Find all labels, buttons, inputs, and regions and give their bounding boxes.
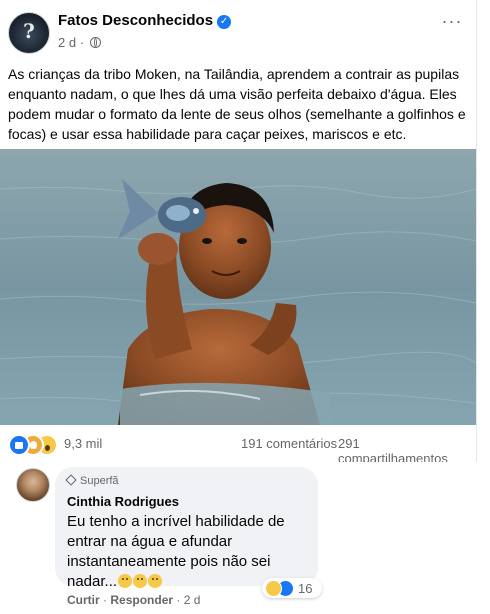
boy-holding-fish-photo <box>0 149 476 425</box>
post-photo[interactable] <box>0 149 476 425</box>
globe-icon <box>89 37 101 48</box>
post-text: As crianças da tribo Moken, na Tailândia… <box>8 66 466 142</box>
post-time-link[interactable]: 2 d <box>58 35 76 50</box>
separator: · <box>176 593 181 607</box>
comment-reactions[interactable]: 16 <box>262 578 322 598</box>
page-name-label: Fatos Desconhecidos <box>58 12 214 29</box>
comment-time-link[interactable]: 2 d <box>184 593 201 607</box>
post-card: ? Fatos Desconhecidos ✓ 2 d · ··· As cria… <box>0 0 477 466</box>
comments-count-link[interactable]: 191 comentários <box>241 436 337 451</box>
page-avatar[interactable]: ? <box>8 12 50 54</box>
like-comment-button[interactable]: Curtir <box>67 593 100 607</box>
reactions-count[interactable]: 9,3 mil <box>64 436 102 451</box>
pleading-face-emoji-icon <box>118 574 133 588</box>
reply-comment-button[interactable]: Responder <box>110 593 173 607</box>
comment-actions: Curtir · Responder · 2 d <box>67 593 200 607</box>
more-options-button[interactable]: ··· <box>440 12 464 34</box>
commenter-avatar[interactable] <box>16 468 50 502</box>
page-name-link[interactable]: Fatos Desconhecidos ✓ <box>58 12 232 29</box>
post-header: ? Fatos Desconhecidos ✓ 2 d · ··· <box>8 8 468 58</box>
comment-bubble: Superfã Cinthia Rodrigues Eu tenho a inc… <box>55 467 318 590</box>
commenter-name-link[interactable]: Cinthia Rodrigues <box>67 494 179 509</box>
pleading-face-emoji-icon <box>148 574 163 588</box>
verified-badge-icon: ✓ <box>217 15 232 29</box>
comment-reactions-count: 16 <box>298 581 313 596</box>
badge-label: Superfã <box>80 475 119 487</box>
pleading-face-emoji-icon <box>133 574 148 588</box>
separator: · <box>103 593 108 607</box>
diamond-icon <box>65 474 77 486</box>
like-icon <box>8 434 30 456</box>
post-meta: 2 d · <box>58 35 101 50</box>
comment-text-body: Eu tenho a incrível habilidade de entrar… <box>67 513 285 590</box>
post-stats: 9,3 mil 191 comentários 291 compartilham… <box>8 434 468 466</box>
comment-item: Superfã Cinthia Rodrigues Eu tenho a inc… <box>0 462 490 614</box>
question-mark-glyph: ? <box>23 19 35 43</box>
superfan-badge: Superfã <box>65 474 119 487</box>
haha-icon <box>265 580 282 597</box>
